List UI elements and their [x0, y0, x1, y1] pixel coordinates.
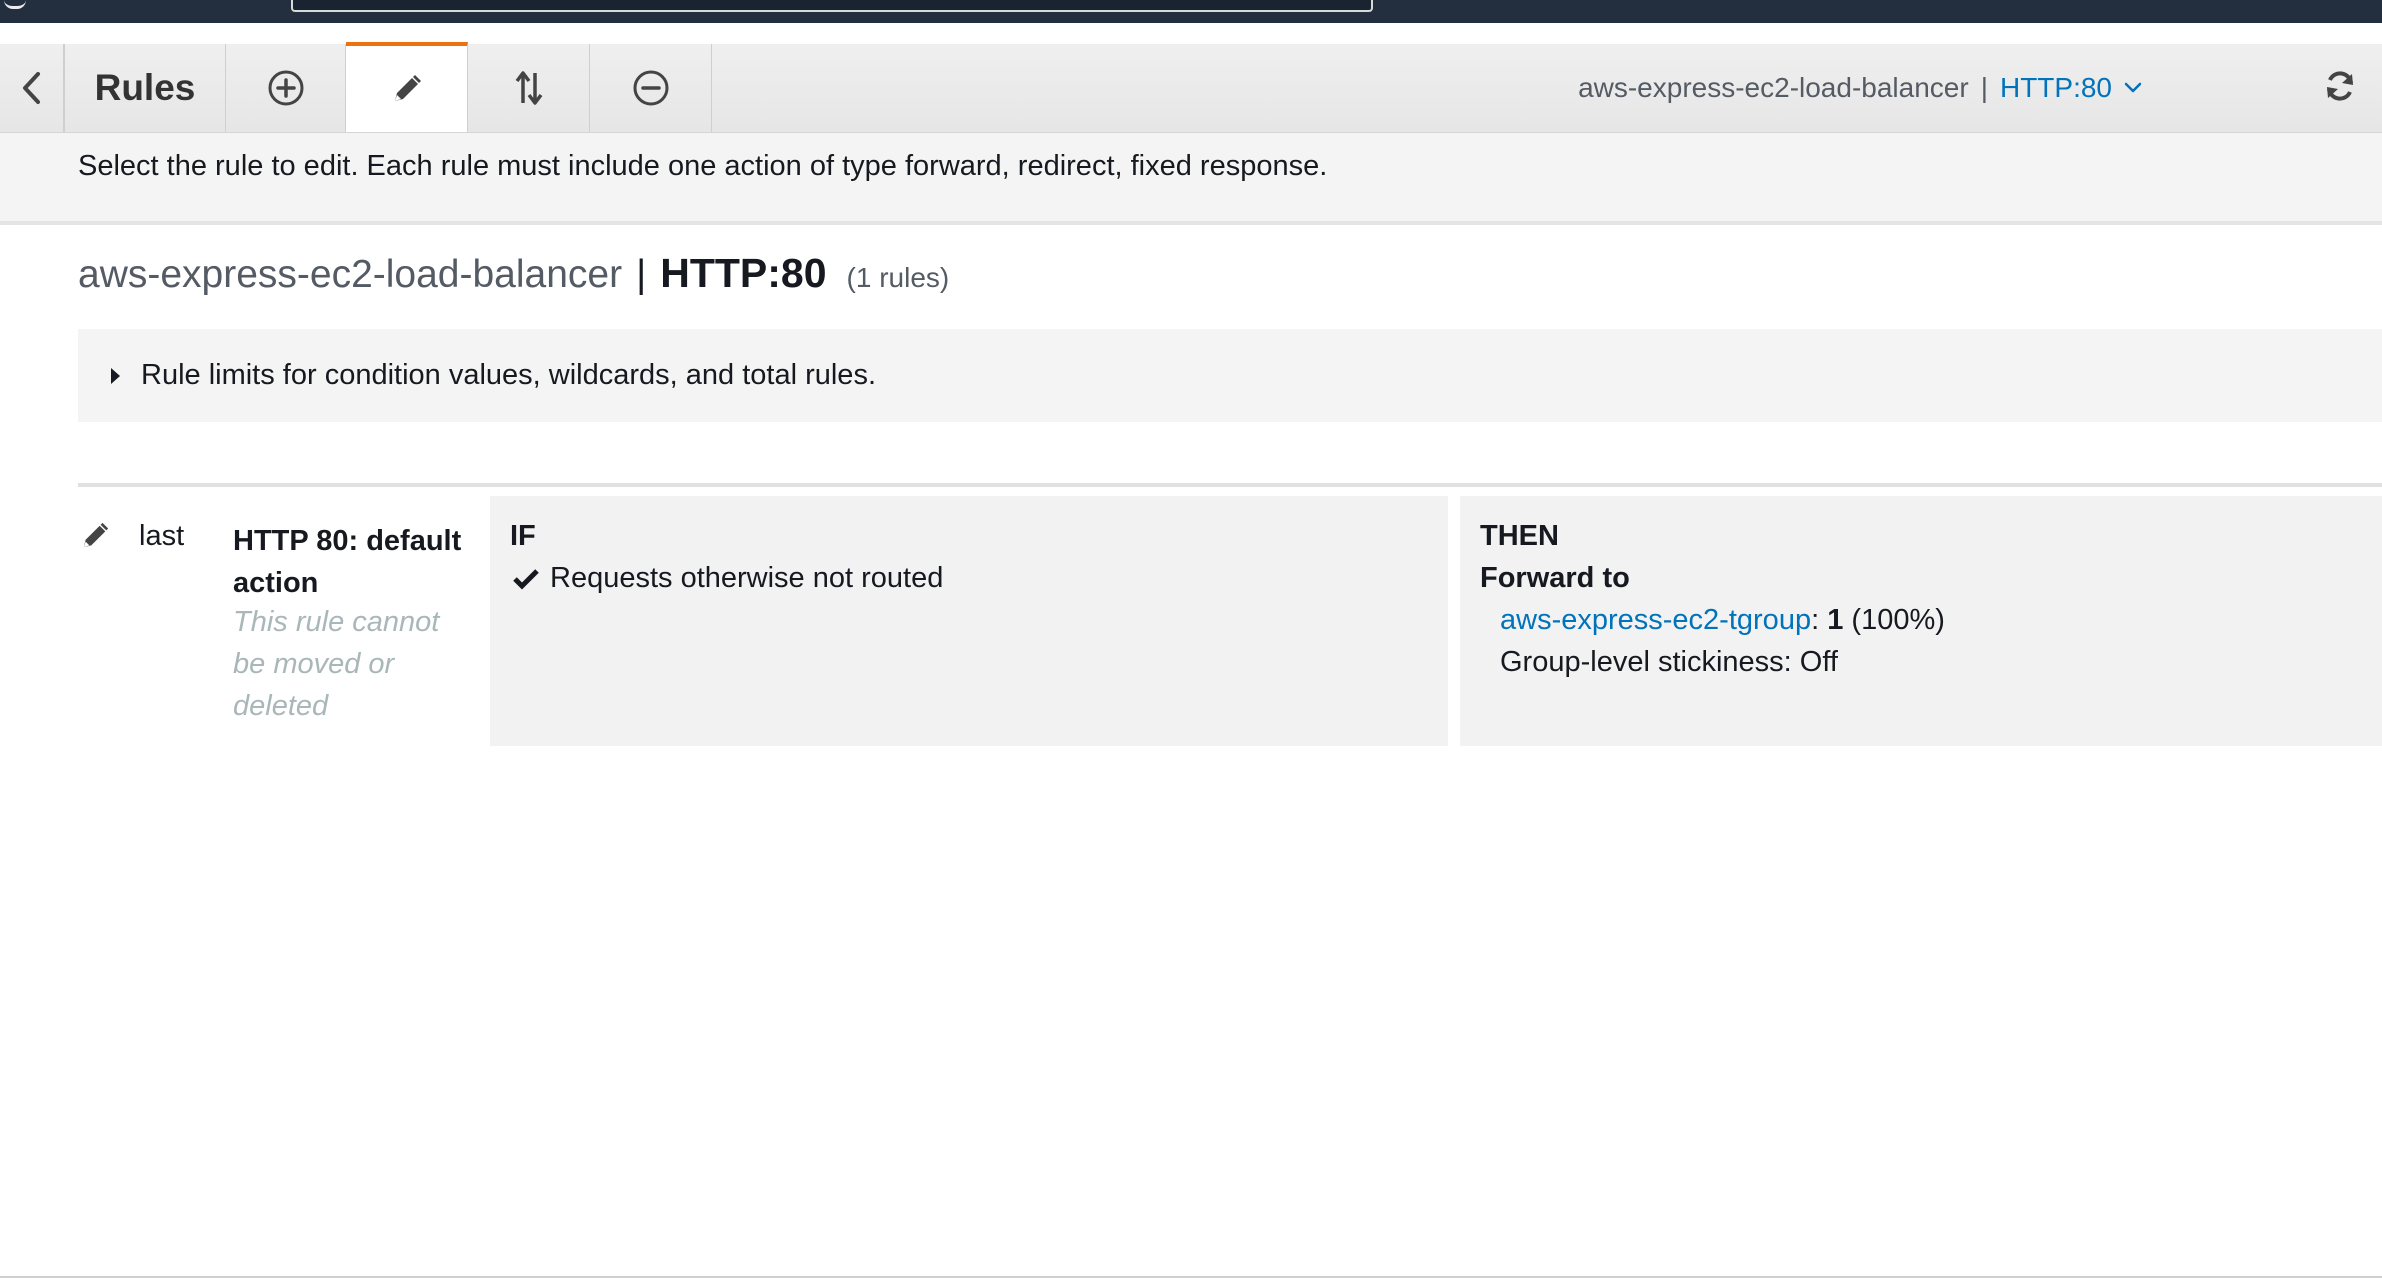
instructions-banner: Select the rule to edit. Each rule must … [0, 133, 2382, 225]
target-separator: : [1811, 604, 1820, 636]
listener-selector: aws-express-ec2-load-balancer | HTTP:80 [1578, 44, 2142, 132]
refresh-button[interactable] [2318, 64, 2362, 108]
reorder-rules-button[interactable] [468, 44, 590, 132]
rules-heading: aws-express-ec2-load-balancer | HTTP:80 … [78, 250, 949, 297]
heading-listener: HTTP:80 [660, 250, 827, 296]
selector-separator: | [1980, 72, 1988, 103]
refresh-icon [2327, 71, 2353, 101]
plus-circle-icon [268, 70, 303, 106]
target-weight: 1 [1827, 604, 1844, 636]
page-title: Rules [64, 44, 226, 132]
then-label: THEN [1480, 520, 1559, 552]
page: Rules aws-express-ec2-load-balancer | HT… [0, 0, 2382, 1278]
rule-name: HTTP 80: default action [233, 525, 462, 599]
listener-dropdown-label: HTTP:80 [1999, 72, 2112, 103]
selector-load-balancer-name: aws-express-ec2-load-balancer [1578, 72, 1969, 103]
forward-target: aws-express-ec2-tgroup: 1 (100%) [1500, 604, 1945, 637]
rule-limits-expander[interactable]: Rule limits for condition values, wildca… [78, 329, 2382, 422]
rule-note: This rule cannot be moved or deleted [233, 606, 440, 722]
stickiness-status: Group-level stickiness: Off [1500, 646, 1838, 678]
rule-conditions-panel: IF Requests otherwise not routed [490, 496, 1448, 746]
target-weight-percent: (100%) [1851, 604, 1945, 636]
rule-count: (1 rules) [846, 262, 950, 293]
up-down-arrows-icon [515, 71, 542, 105]
action-type: Forward to [1480, 562, 1630, 594]
instructions-text: Select the rule to edit. Each rule must … [78, 150, 1328, 182]
edit-rule-pencil-icon[interactable] [80, 521, 110, 551]
condition-text: Requests otherwise not routed [550, 562, 944, 594]
pencil-icon [394, 75, 421, 101]
rule-condition: Requests otherwise not routed [512, 562, 943, 595]
back-button[interactable] [0, 44, 64, 132]
rule-actions-panel: THEN Forward to aws-express-ec2-tgroup: … [1460, 496, 2382, 746]
top-navigation-bar [0, 0, 2382, 23]
delete-rules-button[interactable] [590, 44, 712, 132]
divider [78, 483, 2382, 487]
add-rule-button[interactable] [226, 44, 346, 132]
heading-load-balancer-name: aws-express-ec2-load-balancer [78, 253, 623, 296]
edit-rules-tab[interactable] [346, 42, 468, 132]
aws-logo-icon[interactable] [4, 0, 26, 9]
rule-priority: last [139, 520, 185, 552]
listener-dropdown[interactable]: HTTP:80 [2000, 72, 2142, 104]
heading-separator: | [636, 253, 647, 296]
target-group-link[interactable]: aws-express-ec2-tgroup [1500, 604, 1811, 636]
caret-right-icon [109, 366, 121, 386]
minus-circle-icon [633, 70, 668, 106]
chevron-left-icon [22, 72, 40, 104]
global-search-input[interactable] [291, 0, 1373, 12]
chevron-down-icon [2124, 82, 2142, 93]
rule-limits-label: Rule limits for condition values, wildca… [141, 359, 876, 391]
checkmark-icon [512, 567, 540, 591]
if-label: IF [510, 520, 536, 552]
